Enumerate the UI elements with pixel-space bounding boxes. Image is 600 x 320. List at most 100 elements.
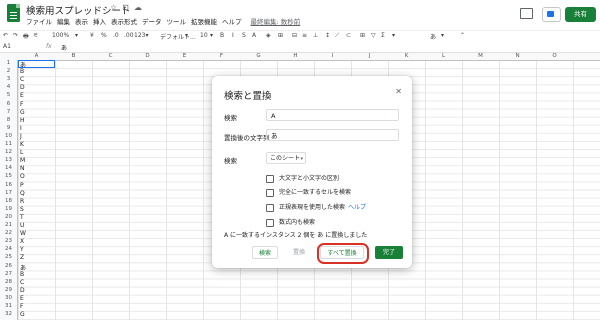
cell-value[interactable]: Z: [20, 254, 24, 261]
cell-value[interactable]: R: [20, 198, 24, 205]
toolbar-item[interactable]: %: [101, 32, 107, 39]
column-header[interactable]: O: [536, 53, 573, 59]
row-header[interactable]: 32: [0, 311, 17, 317]
row-header[interactable]: 20: [0, 214, 17, 220]
replace-button[interactable]: 置換: [288, 246, 310, 259]
toolbar-item[interactable]: あ: [430, 32, 436, 41]
column-header[interactable]: H: [277, 53, 314, 59]
row-header[interactable]: 5: [0, 92, 17, 98]
toolbar-item[interactable]: 10: [200, 32, 208, 39]
cell-value[interactable]: F: [20, 303, 23, 310]
comment-history-icon[interactable]: [520, 8, 533, 19]
toolbar-item[interactable]: 🖶: [23, 32, 29, 42]
toolbar-item[interactable]: ⊞: [360, 32, 365, 39]
toolbar-item[interactable]: ⊥: [313, 32, 318, 39]
row-header[interactable]: 16: [0, 182, 17, 188]
toolbar-item[interactable]: デフォルト...: [160, 32, 196, 41]
cell-value[interactable]: O: [20, 173, 25, 180]
cell-value[interactable]: U: [20, 222, 24, 229]
cloud-icon[interactable]: ☁: [134, 3, 142, 12]
star-icon[interactable]: ☆: [110, 3, 117, 12]
cell-value[interactable]: D: [20, 287, 25, 294]
toolbar-item[interactable]: ▾: [185, 32, 188, 39]
cell-value[interactable]: C: [20, 76, 24, 83]
row-header[interactable]: 13: [0, 157, 17, 163]
help-link[interactable]: ヘルプ: [348, 204, 366, 211]
menu-data[interactable]: データ: [142, 18, 162, 26]
toolbar-item[interactable]: 123▾: [134, 32, 148, 39]
checkbox-icon[interactable]: [266, 174, 274, 183]
checkbox-icon[interactable]: [266, 203, 274, 212]
column-header[interactable]: N: [499, 53, 536, 59]
option-match-entire-cell[interactable]: 完全に一致するセルを検索: [266, 187, 351, 197]
selected-cell[interactable]: [18, 60, 55, 68]
toolbar-item[interactable]: ≡: [302, 32, 307, 39]
cell-value[interactable]: G: [20, 109, 25, 116]
row-header[interactable]: 27: [0, 271, 17, 277]
menu-file[interactable]: ファイル: [26, 18, 52, 26]
share-button[interactable]: 共有: [565, 7, 596, 22]
toolbar-item[interactable]: Σ: [381, 32, 385, 39]
cell-value[interactable]: N: [20, 165, 25, 172]
row-header[interactable]: 19: [0, 206, 17, 212]
toolbar-item[interactable]: ⊞: [278, 32, 283, 39]
cell-value[interactable]: T: [20, 214, 24, 221]
toolbar-item[interactable]: ▾: [441, 32, 444, 39]
toolbar-item[interactable]: ⚟: [33, 32, 38, 39]
option-search-formulas[interactable]: 数式内も検索: [266, 217, 315, 227]
row-header[interactable]: 21: [0, 222, 17, 228]
cell-value[interactable]: H: [20, 117, 25, 124]
column-header[interactable]: I: [314, 53, 351, 59]
column-header[interactable]: J: [351, 53, 388, 59]
row-header[interactable]: 6: [0, 101, 17, 107]
toolbar-item[interactable]: ⊟: [292, 32, 297, 39]
find-button[interactable]: 検索: [252, 246, 278, 259]
toolbar-item[interactable]: ↕: [325, 32, 330, 39]
row-header[interactable]: 8: [0, 117, 17, 123]
row-header[interactable]: 22: [0, 230, 17, 236]
column-header[interactable]: C: [92, 53, 129, 59]
checkbox-icon[interactable]: [266, 188, 274, 197]
cell-value[interactable]: Q: [20, 190, 25, 197]
column-header[interactable]: D: [129, 53, 166, 59]
column-header[interactable]: A: [18, 53, 55, 59]
toolbar-item[interactable]: ▾: [210, 32, 213, 39]
row-header[interactable]: 4: [0, 84, 17, 90]
formula-input[interactable]: あ: [61, 43, 67, 52]
row-header[interactable]: 18: [0, 198, 17, 204]
row-header[interactable]: 1: [0, 60, 17, 66]
checkbox-icon[interactable]: [266, 218, 274, 227]
toolbar-item[interactable]: ⌃: [460, 32, 465, 39]
cell-value[interactable]: K: [20, 141, 24, 148]
row-header[interactable]: 3: [0, 76, 17, 82]
menu-format[interactable]: 表示形式: [111, 18, 137, 26]
find-input[interactable]: A: [266, 109, 399, 121]
menu-tools[interactable]: ツール: [167, 18, 187, 26]
toolbar-item[interactable]: B: [220, 32, 224, 39]
toolbar-item[interactable]: ▽: [371, 32, 376, 39]
row-header[interactable]: 28: [0, 279, 17, 285]
done-button[interactable]: 完了: [375, 246, 403, 259]
menu-view[interactable]: 表示: [75, 18, 88, 26]
toolbar-item[interactable]: 100%: [52, 32, 69, 39]
cell-value[interactable]: Y: [20, 246, 24, 253]
row-header[interactable]: 24: [0, 246, 17, 252]
toolbar-item[interactable]: A: [252, 32, 256, 39]
toolbar-item[interactable]: ◈: [266, 32, 271, 39]
cell-value[interactable]: S: [20, 206, 24, 213]
toolbar-item[interactable]: S: [242, 32, 246, 39]
cell-value[interactable]: L: [20, 149, 23, 156]
menu-extensions[interactable]: 拡張機能: [191, 18, 217, 26]
column-header[interactable]: B: [55, 53, 92, 59]
cell-value[interactable]: B: [20, 271, 24, 278]
row-header[interactable]: 31: [0, 303, 17, 309]
replace-input[interactable]: あ: [266, 129, 399, 141]
cell-value[interactable]: P: [20, 182, 24, 189]
cell-value[interactable]: X: [20, 238, 24, 245]
move-folder-icon[interactable]: ⊡: [122, 3, 129, 12]
row-header[interactable]: 15: [0, 173, 17, 179]
column-header[interactable]: E: [166, 53, 203, 59]
toolbar-item[interactable]: I: [232, 32, 234, 39]
cell-value[interactable]: I: [20, 125, 22, 132]
option-match-case[interactable]: 大文字と小文字の区別: [266, 173, 339, 183]
